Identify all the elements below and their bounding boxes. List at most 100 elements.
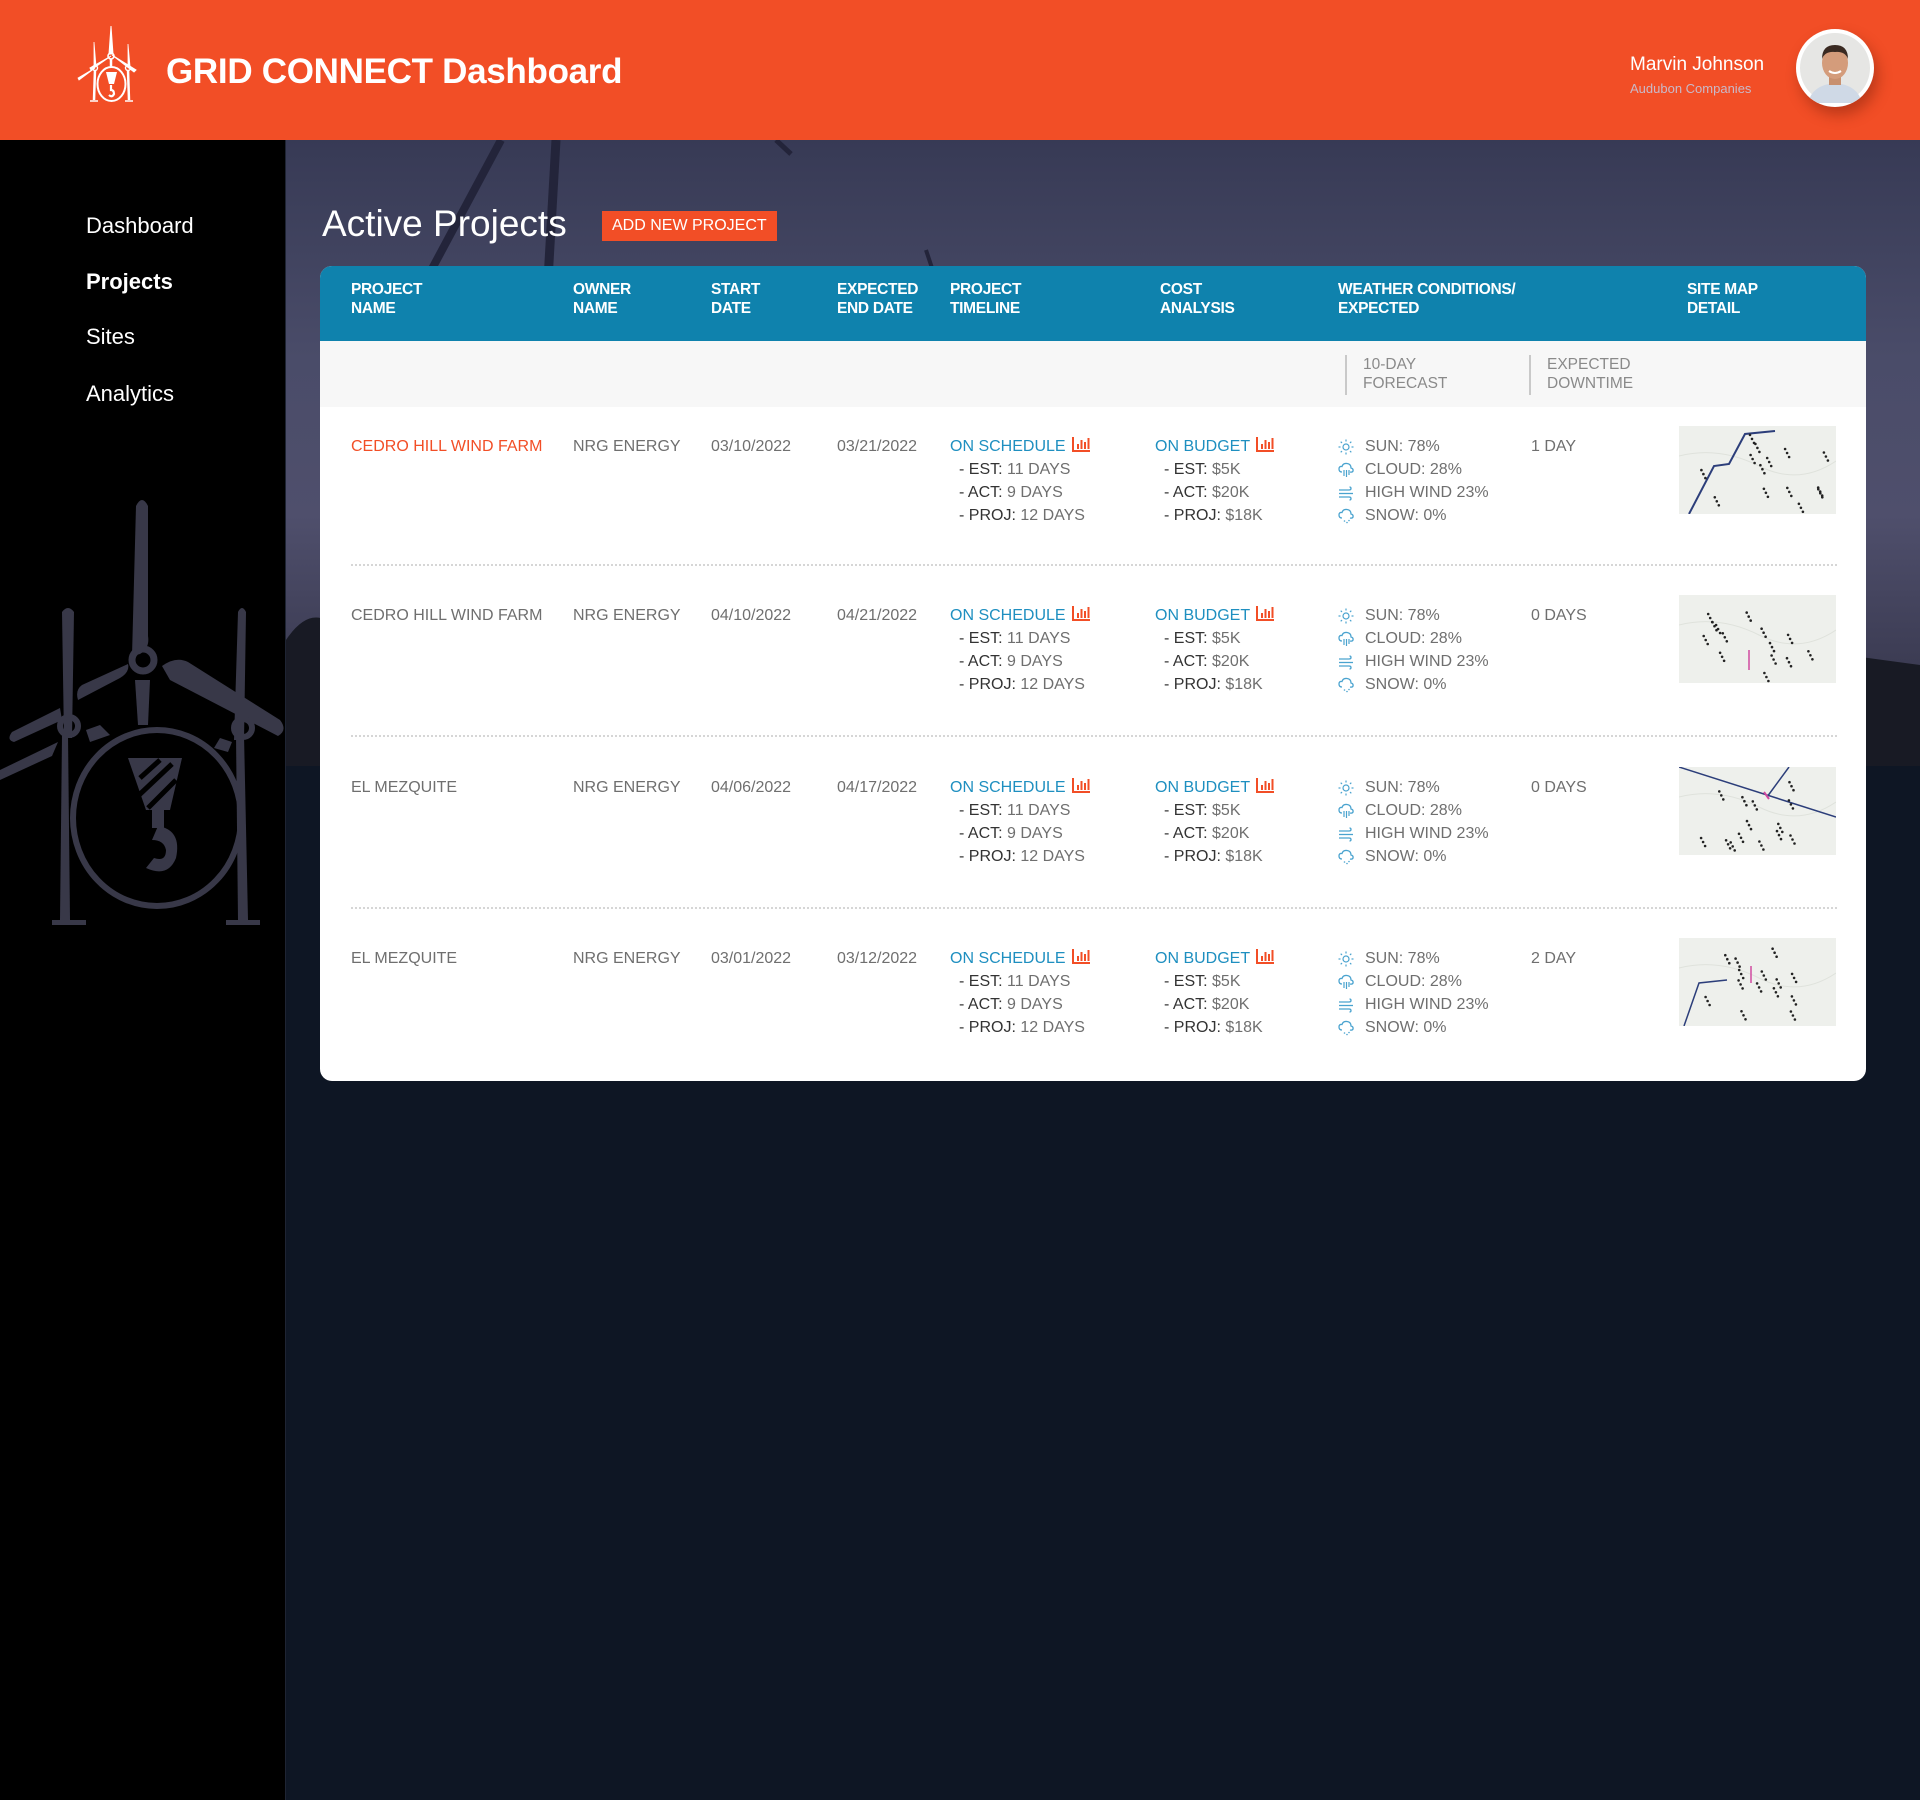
site-map-thumbnail[interactable] bbox=[1679, 426, 1836, 514]
detail-label: - PROJ: bbox=[959, 507, 1016, 524]
project-timeline: ON SCHEDULE - EST: 11 DAYS - ACT: 9 DAYS… bbox=[950, 435, 1091, 527]
user-name[interactable]: Marvin Johnson bbox=[1630, 54, 1764, 76]
cost-analysis: ON BUDGET - EST: $5K - ACT: $20K - PROJ:… bbox=[1155, 947, 1275, 1039]
detail-label: - ACT: bbox=[959, 825, 1003, 842]
detail-value: 11 DAYS bbox=[1007, 973, 1071, 990]
user-avatar[interactable] bbox=[1796, 29, 1874, 107]
detail-value: $5K bbox=[1212, 630, 1241, 647]
cost-est: - EST: $5K bbox=[1155, 970, 1275, 993]
cost-status-label: ON BUDGET bbox=[1155, 779, 1251, 796]
expected-downtime: 2 DAY bbox=[1531, 950, 1577, 967]
owner-name: NRG ENERGY bbox=[573, 779, 681, 796]
timeline-proj: - PROJ: 12 DAYS bbox=[950, 845, 1091, 868]
row-separator bbox=[351, 735, 1837, 737]
bar-chart-icon[interactable] bbox=[1256, 777, 1275, 793]
sidebar-item-projects[interactable]: Projects bbox=[86, 269, 173, 295]
weather-forecast: SUN: 78% CLOUD: 28% HIGH WIND 23% SNOW: … bbox=[1338, 947, 1489, 1039]
timeline-status-label: ON SCHEDULE bbox=[950, 779, 1066, 796]
detail-value: $20K bbox=[1212, 484, 1250, 501]
project-name[interactable]: CEDRO HILL WIND FARM bbox=[351, 604, 542, 627]
project-name[interactable]: EL MEZQUITE bbox=[351, 947, 457, 970]
cost-status-label: ON BUDGET bbox=[1155, 950, 1251, 967]
detail-value: CLOUD: 28% bbox=[1365, 461, 1462, 478]
owner-name: NRG ENERGY bbox=[573, 607, 681, 624]
timeline-status[interactable]: ON SCHEDULE bbox=[950, 604, 1091, 627]
active-projects-table: PROJECT NAME OWNER NAME START DATE EXPECTED… bbox=[320, 266, 1866, 1081]
cost-act: - ACT: $20K bbox=[1155, 822, 1275, 845]
column-header-expected-end-date[interactable]: EXPECTED END DATE bbox=[837, 280, 918, 318]
timeline-status[interactable]: ON SCHEDULE bbox=[950, 947, 1091, 970]
detail-value: CLOUD: 28% bbox=[1365, 802, 1462, 819]
detail-value: $20K bbox=[1212, 825, 1250, 842]
detail-value: SUN: 78% bbox=[1365, 779, 1440, 796]
weather-forecast: SUN: 78% CLOUD: 28% HIGH WIND 23% SNOW: … bbox=[1338, 604, 1489, 696]
expected-end-date: 04/21/2022 bbox=[837, 607, 918, 624]
expected-downtime: 0 DAYS bbox=[1531, 779, 1587, 796]
wind-icon bbox=[1339, 485, 1353, 501]
project-timeline: ON SCHEDULE - EST: 11 DAYS - ACT: 9 DAYS… bbox=[950, 604, 1091, 696]
bar-chart-icon[interactable] bbox=[1071, 777, 1091, 793]
project-name[interactable]: CEDRO HILL WIND FARM bbox=[351, 435, 542, 458]
sidebar-item-dashboard[interactable]: Dashboard bbox=[86, 213, 194, 239]
detail-value: $20K bbox=[1212, 996, 1250, 1013]
site-map-thumbnail[interactable] bbox=[1679, 595, 1836, 683]
table-row[interactable]: CEDRO HILL WIND FARM NRG ENERGY 04/10/20… bbox=[320, 595, 1866, 754]
table-row[interactable]: EL MEZQUITE NRG ENERGY 03/01/2022 03/12/… bbox=[320, 938, 1866, 1081]
bar-chart-icon[interactable] bbox=[1071, 948, 1091, 964]
site-map-thumbnail[interactable] bbox=[1679, 938, 1836, 1026]
detail-label: - PROJ: bbox=[1164, 676, 1221, 693]
weather-forecast: SUN: 78% CLOUD: 28% HIGH WIND 23% SNOW: … bbox=[1338, 776, 1489, 868]
detail-value: 9 DAYS bbox=[1007, 996, 1063, 1013]
column-header-start-date[interactable]: START DATE bbox=[711, 280, 760, 318]
weather-cloud: CLOUD: 28% bbox=[1338, 799, 1489, 822]
column-header-owner-name[interactable]: OWNER NAME bbox=[573, 280, 631, 318]
snow-icon bbox=[1338, 508, 1354, 523]
timeline-est: - EST: 11 DAYS bbox=[950, 970, 1091, 993]
wind-turbine-crane-logo-icon[interactable] bbox=[76, 24, 146, 104]
bar-chart-icon[interactable] bbox=[1071, 436, 1091, 452]
project-name[interactable]: EL MEZQUITE bbox=[351, 776, 457, 799]
table-row[interactable]: CEDRO HILL WIND FARM NRG ENERGY 03/10/20… bbox=[320, 426, 1866, 585]
detail-value: 11 DAYS bbox=[1007, 802, 1071, 819]
page-title: Active Projects bbox=[322, 203, 567, 244]
detail-label: - ACT: bbox=[959, 653, 1003, 670]
table-row[interactable]: EL MEZQUITE NRG ENERGY 04/06/2022 04/17/… bbox=[320, 767, 1866, 926]
detail-value: HIGH WIND 23% bbox=[1365, 484, 1489, 501]
project-timeline: ON SCHEDULE - EST: 11 DAYS - ACT: 9 DAYS… bbox=[950, 776, 1091, 868]
cost-status[interactable]: ON BUDGET bbox=[1155, 604, 1275, 627]
sidebar: Dashboard Projects Sites Analytics bbox=[0, 140, 286, 1800]
detail-label: - EST: bbox=[1164, 973, 1208, 990]
detail-value: HIGH WIND 23% bbox=[1365, 653, 1489, 670]
column-header-cost-analysis[interactable]: COST ANALYSIS bbox=[1160, 280, 1235, 318]
timeline-status[interactable]: ON SCHEDULE bbox=[950, 776, 1091, 799]
add-new-project-button[interactable]: ADD NEW PROJECT bbox=[602, 211, 777, 241]
weather-snow: SNOW: 0% bbox=[1338, 845, 1489, 868]
column-header-site-map-detail[interactable]: SITE MAP DETAIL bbox=[1687, 280, 1758, 318]
bar-chart-icon[interactable] bbox=[1256, 436, 1275, 452]
detail-label: - PROJ: bbox=[1164, 848, 1221, 865]
cost-status[interactable]: ON BUDGET bbox=[1155, 435, 1275, 458]
sidebar-item-sites[interactable]: Sites bbox=[86, 324, 135, 350]
cost-analysis: ON BUDGET - EST: $5K - ACT: $20K - PROJ:… bbox=[1155, 776, 1275, 868]
bar-chart-icon[interactable] bbox=[1071, 605, 1091, 621]
cost-status[interactable]: ON BUDGET bbox=[1155, 776, 1275, 799]
detail-label: - ACT: bbox=[959, 996, 1003, 1013]
cost-status-label: ON BUDGET bbox=[1155, 438, 1251, 455]
timeline-status[interactable]: ON SCHEDULE bbox=[950, 435, 1091, 458]
sidebar-item-analytics[interactable]: Analytics bbox=[86, 381, 174, 407]
bar-chart-icon[interactable] bbox=[1256, 605, 1275, 621]
site-map-thumbnail[interactable] bbox=[1679, 767, 1836, 855]
cost-status[interactable]: ON BUDGET bbox=[1155, 947, 1275, 970]
top-header-bar: GRID CONNECT Dashboard Marvin Johnson Au… bbox=[0, 0, 1920, 140]
column-header-weather-conditions[interactable]: WEATHER CONDITIONS/EXPECTED bbox=[1338, 280, 1516, 318]
detail-label: - EST: bbox=[959, 802, 1003, 819]
detail-value: 11 DAYS bbox=[1007, 630, 1071, 647]
weather-sun: SUN: 78% bbox=[1338, 776, 1489, 799]
column-header-project-name[interactable]: PROJECT NAME bbox=[351, 280, 422, 318]
timeline-proj: - PROJ: 12 DAYS bbox=[950, 504, 1091, 527]
detail-label: - ACT: bbox=[959, 484, 1003, 501]
bar-chart-icon[interactable] bbox=[1256, 948, 1275, 964]
cloud-rain-icon bbox=[1338, 974, 1354, 989]
project-timeline: ON SCHEDULE - EST: 11 DAYS - ACT: 9 DAYS… bbox=[950, 947, 1091, 1039]
column-header-project-timeline[interactable]: PROJECT TIMELINE bbox=[950, 280, 1021, 318]
